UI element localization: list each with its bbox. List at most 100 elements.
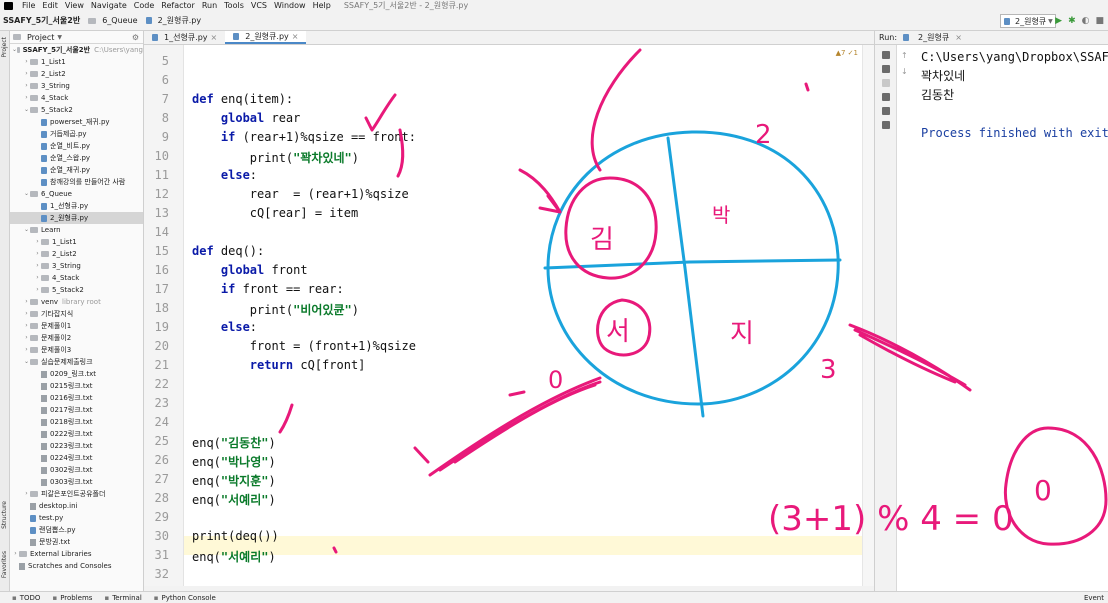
tree-item[interactable]: ⌄ 실습문제제출링크 — [10, 356, 143, 368]
editor-tab[interactable]: 2_원형큐.py × — [225, 31, 307, 44]
run-config-select[interactable]: 2_원형큐 ▼ — [1000, 14, 1056, 28]
breadcrumb-root[interactable]: SSAFY_5기_서울2반 — [3, 15, 80, 26]
menu-item-file[interactable]: File — [22, 1, 35, 10]
menu-item-run[interactable]: Run — [202, 1, 217, 10]
down-arrow-icon[interactable]: ↓ — [901, 67, 908, 76]
tree-item[interactable]: 0215링크.txt — [10, 380, 143, 392]
expand-arrow-icon[interactable]: ⌄ — [23, 104, 30, 116]
gear-icon[interactable]: ⚙ — [132, 33, 139, 42]
expand-arrow-icon[interactable]: › — [23, 56, 30, 68]
tool-window-python-console[interactable]: ▪ Python Console — [154, 594, 216, 602]
expand-arrow-icon[interactable]: › — [23, 308, 30, 320]
tree-item[interactable]: › 3_String — [10, 260, 143, 272]
tree-item[interactable]: › External Libraries — [10, 548, 143, 560]
tree-item[interactable]: › 2_List2 — [10, 68, 143, 80]
close-icon[interactable]: × — [292, 32, 299, 41]
stop-icon[interactable]: ■ — [1095, 16, 1104, 26]
tool-window-todo[interactable]: ▪ TODO — [12, 594, 40, 602]
tree-item[interactable]: 참깨강의를 만들어간 사람 — [10, 176, 143, 188]
tree-item[interactable]: 0216링크.txt — [10, 392, 143, 404]
project-tool-tab[interactable]: Project — [1, 37, 8, 58]
expand-arrow-icon[interactable]: › — [34, 272, 41, 284]
stop-icon[interactable] — [881, 79, 890, 87]
event-log[interactable]: Event — [1084, 594, 1104, 602]
debug-icon[interactable]: ✱ — [1068, 16, 1076, 26]
run-icon[interactable]: ▶ — [1055, 16, 1062, 26]
tree-item[interactable]: › 문제풀이3 — [10, 344, 143, 356]
tree-item[interactable]: 문방권.txt — [10, 536, 143, 548]
inspection-widget[interactable]: ▲7 ✓1 — [836, 49, 858, 57]
tree-item[interactable]: 1_선형큐.py — [10, 200, 143, 212]
chevron-down-icon[interactable]: ▼ — [57, 34, 62, 41]
expand-arrow-icon[interactable]: ⌄ — [23, 188, 30, 200]
layout-icon[interactable] — [881, 93, 890, 101]
expand-arrow-icon[interactable]: › — [34, 284, 41, 296]
tree-item[interactable]: › venv library root — [10, 296, 143, 308]
tree-item[interactable]: ⌄ SSAFY_5기_서울2반 C:\Users\yang — [10, 44, 143, 56]
expand-arrow-icon[interactable]: › — [23, 80, 30, 92]
tree-item[interactable]: 순열_비트.py — [10, 140, 143, 152]
expand-arrow-icon[interactable]: › — [23, 68, 30, 80]
console-output[interactable]: C:\Users\yang\Dropbox\SSAFY\S 꽉차있네김동찬 Proc… — [921, 48, 1108, 143]
tree-item[interactable]: 거듭제곱.py — [10, 128, 143, 140]
project-panel-title[interactable]: Project — [27, 33, 54, 42]
close-icon[interactable]: × — [955, 33, 962, 42]
tree-item[interactable]: 0302링크.txt — [10, 464, 143, 476]
tool-window-problems[interactable]: ▪ Problems — [52, 594, 92, 602]
menu-item-view[interactable]: View — [65, 1, 84, 10]
tree-item[interactable]: ⌄ Learn — [10, 224, 143, 236]
print-icon[interactable] — [881, 107, 890, 115]
expand-arrow-icon[interactable]: › — [23, 320, 30, 332]
tree-item[interactable]: › 2_List2 — [10, 248, 143, 260]
expand-arrow-icon[interactable]: ⌄ — [23, 356, 30, 368]
expand-arrow-icon[interactable]: › — [23, 296, 30, 308]
tree-item[interactable]: 0303링크.txt — [10, 476, 143, 488]
expand-arrow-icon[interactable]: › — [34, 260, 41, 272]
run-tab[interactable]: 2_원형큐 — [918, 32, 949, 43]
breadcrumb-file[interactable]: 2_원형큐.py — [145, 15, 201, 26]
menu-item-help[interactable]: Help — [313, 1, 331, 10]
coverage-icon[interactable]: ◐ — [1082, 16, 1090, 26]
tree-item[interactable]: 0222링크.txt — [10, 428, 143, 440]
tree-item[interactable]: › 5_Stack2 — [10, 284, 143, 296]
menu-item-code[interactable]: Code — [134, 1, 154, 10]
tree-item[interactable]: › 4_Stack — [10, 272, 143, 284]
tree-item[interactable]: powerset_재귀.py — [10, 116, 143, 128]
up-arrow-icon[interactable]: ↑ — [901, 51, 908, 60]
expand-arrow-icon[interactable]: › — [34, 248, 41, 260]
expand-arrow-icon[interactable]: ⌄ — [23, 224, 30, 236]
tree-item[interactable]: › 1_List1 — [10, 236, 143, 248]
menu-item-window[interactable]: Window — [274, 1, 306, 10]
structure-tool-tab[interactable]: Structure — [1, 501, 8, 529]
trash-icon[interactable] — [881, 121, 890, 129]
tree-item[interactable]: ⌄ 5_Stack2 — [10, 104, 143, 116]
menu-item-vcs[interactable]: VCS — [251, 1, 267, 10]
tree-item[interactable]: › 1_List1 — [10, 56, 143, 68]
tree-item[interactable]: › 문제풀이2 — [10, 332, 143, 344]
tree-item[interactable]: 0224링크.txt — [10, 452, 143, 464]
editor-tab[interactable]: 1_선형큐.py × — [144, 31, 225, 44]
expand-arrow-icon[interactable]: › — [23, 92, 30, 104]
tree-item[interactable]: desktop.ini — [10, 500, 143, 512]
favorites-tool-tab[interactable]: Favorites — [1, 551, 8, 578]
breadcrumb-folder[interactable]: 6_Queue — [88, 16, 138, 25]
expand-arrow-icon[interactable]: › — [23, 488, 30, 500]
tree-item[interactable]: 순열_스왑.py — [10, 152, 143, 164]
rerun-icon[interactable] — [881, 51, 890, 59]
tree-item[interactable]: › 3_String — [10, 80, 143, 92]
menu-item-edit[interactable]: Edit — [42, 1, 58, 10]
expand-arrow-icon[interactable]: › — [23, 344, 30, 356]
close-icon[interactable]: × — [211, 33, 218, 42]
tree-item[interactable]: 0209_링크.txt — [10, 368, 143, 380]
tree-item[interactable]: › 4_Stack — [10, 92, 143, 104]
tree-item[interactable]: test.py — [10, 512, 143, 524]
tree-item[interactable]: 0218링크.txt — [10, 416, 143, 428]
tree-item[interactable]: 0223링크.txt — [10, 440, 143, 452]
tree-item[interactable]: › 피갈은포인트공유폴더 — [10, 488, 143, 500]
tree-item-selected[interactable]: 2_원형큐.py — [10, 212, 143, 224]
tree-item[interactable]: 0217링크.txt — [10, 404, 143, 416]
menu-item-refactor[interactable]: Refactor — [161, 1, 195, 10]
tool-window-terminal[interactable]: ▪ Terminal — [104, 594, 141, 602]
menu-item-tools[interactable]: Tools — [224, 1, 244, 10]
expand-arrow-icon[interactable]: › — [12, 548, 19, 560]
